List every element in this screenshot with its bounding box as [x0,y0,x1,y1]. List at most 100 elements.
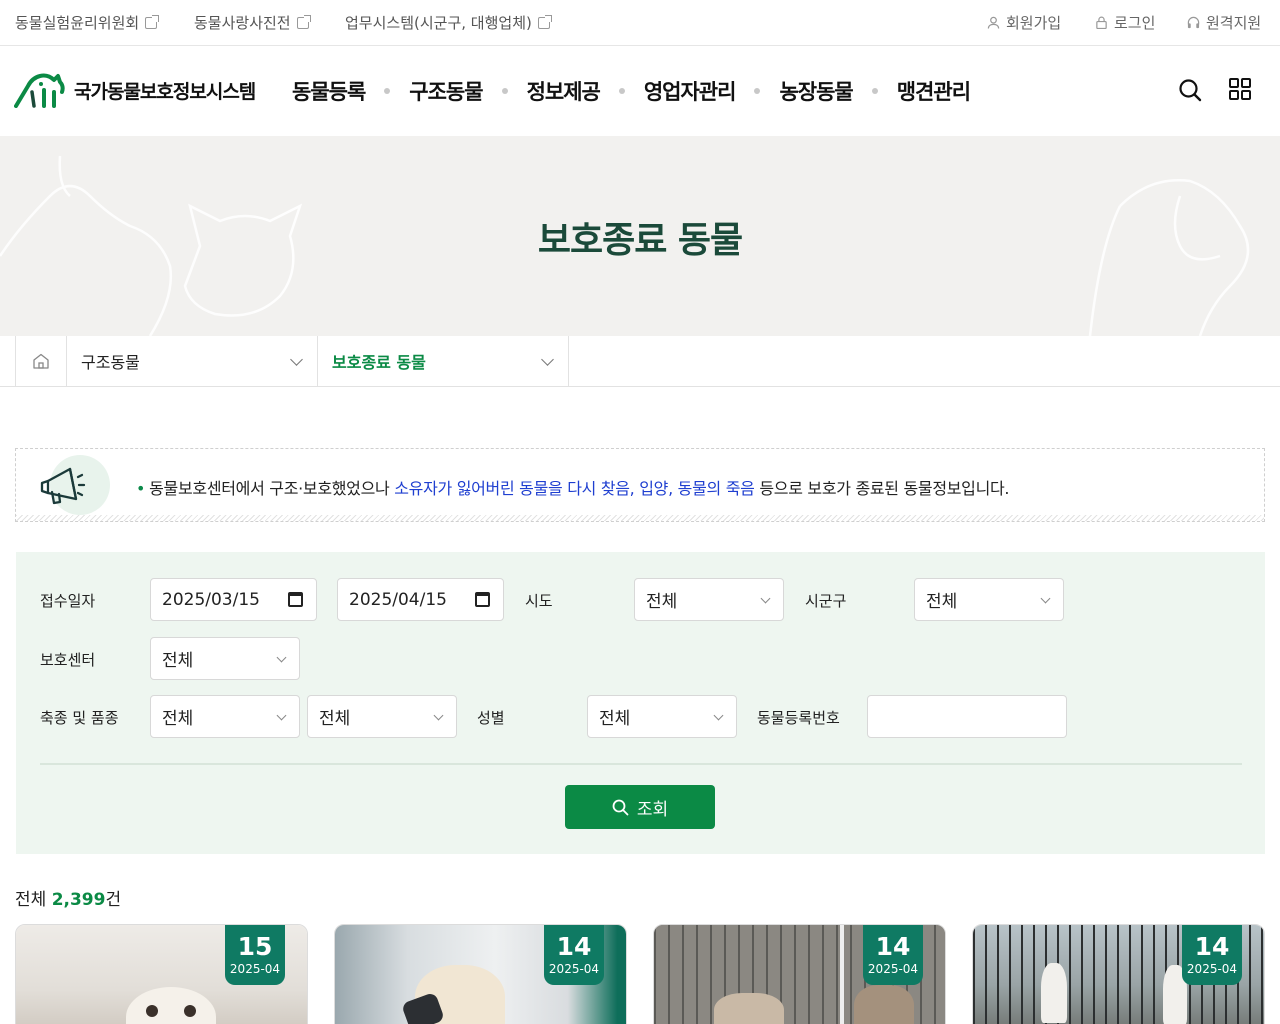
gnb-item-animal-registration[interactable]: 동물등록 [292,76,366,106]
chevron-down-icon [276,710,287,721]
registration-number-input[interactable] [867,695,1067,738]
animal-card[interactable]: 14 2025-04 [334,924,627,1024]
search-icon[interactable] [1178,78,1202,102]
species-value: 전체 [162,709,194,729]
notice-suffix: 등으로 보호가 종료된 동물정보입니다. [754,479,1010,498]
animal-card[interactable]: 14 2025-04 [653,924,946,1024]
lock-icon [1096,16,1107,29]
gnb-item-dangerous-dogs[interactable]: 맹견관리 [897,76,971,106]
signup-label: 회원가입 [1006,14,1062,32]
page-title: 보호종료 동물 [537,220,743,261]
megaphone-icon [40,455,110,515]
result-count-suffix: 건 [105,890,122,910]
shelter-select[interactable]: 전체 [150,637,300,680]
badge-year-month: 2025-04 [548,962,600,976]
page-banner: 보호종료 동물 [0,136,1280,336]
breadcrumb-dropdown-category[interactable]: 구조동물 [67,336,318,386]
shelter-value: 전체 [162,651,194,671]
animal-card[interactable]: 15 2025-04 [15,924,308,1024]
sex-value: 전체 [599,709,631,729]
user-icon [987,16,1000,29]
badge-day: 15 [237,932,273,961]
sigungu-select[interactable]: 전체 [914,578,1064,621]
breed-value: 전체 [319,709,351,729]
calendar-icon [288,592,303,607]
badge-day: 14 [875,932,911,961]
logo-mark-icon [14,73,65,108]
link-work-system[interactable]: 업무시스템(시군구, 대행업체) [345,12,552,33]
sex-select[interactable]: 전체 [587,695,737,738]
nav-separator [754,88,761,94]
shelter-label: 보호센터 [40,651,96,669]
badge-year-month: 2025-04 [229,962,281,976]
gnb-item-business-management[interactable]: 영업자관리 [644,76,737,106]
notice-text: • 동물보호센터에서 구조·보호했었으나 소유자가 잃어버린 동물을 다시 찾음,… [136,475,1010,499]
search-button[interactable]: 조회 [565,785,715,829]
main-navigation: 동물등록 구조동물 정보제공 영업자관리 농장동물 맹견관리 [292,76,971,106]
result-count: 전체 2,399건 [15,885,121,910]
remote-support-label: 원격지원 [1206,14,1262,32]
login-link[interactable]: 로그인 [1095,12,1155,33]
site-header: 국가동물보호정보시스템 동물등록 구조동물 정보제공 영업자관리 농장동물 맹견… [0,46,1280,136]
date-to-value: 2025/04/15 [349,589,447,610]
link-label: 업무시스템(시군구, 대행업체) [345,14,532,32]
registration-number-label: 동물등록번호 [757,709,840,727]
date-badge: 14 2025-04 [544,925,604,985]
notice-prefix: 동물보호센터에서 구조·보호했었으나 [149,479,395,498]
chevron-down-icon [713,710,724,721]
nav-separator [384,88,391,94]
gnb-item-rescued-animals[interactable]: 구조동물 [409,76,483,106]
badge-day: 14 [556,932,592,961]
nav-separator [618,88,625,94]
signup-link[interactable]: 회원가입 [987,12,1061,33]
external-link-icon [537,14,552,29]
divider [40,763,1242,765]
link-animal-ethics-committee[interactable]: 동물실험윤리위원회 [15,12,160,33]
receipt-date-label: 접수일자 [40,592,96,610]
top-utility-bar: 동물실험윤리위원회 동물사랑사진전 업무시스템(시군구, 대행업체) 회원가입 … [0,0,1280,46]
breadcrumb: 구조동물 보호종료 동물 [0,336,1280,387]
notice-highlight: 소유자가 잃어버린 동물을 다시 찾음, 입양, 동물의 죽음 [394,479,755,498]
badge-day: 14 [1194,932,1230,961]
chevron-down-icon [541,353,554,366]
bullet-icon: • [136,479,146,498]
chevron-down-icon [433,710,444,721]
search-icon [612,799,629,815]
result-count-prefix: 전체 [15,890,52,910]
external-link-icon [296,14,311,29]
chevron-down-icon [1040,593,1051,604]
date-from-input[interactable]: 2025/03/15 [150,578,317,621]
sido-label: 시도 [525,592,553,610]
date-badge: 14 2025-04 [1182,925,1242,985]
sido-value: 전체 [646,592,678,612]
date-badge: 14 2025-04 [863,925,923,985]
animal-card[interactable]: 14 2025-04 [972,924,1265,1024]
home-icon [33,353,49,369]
remote-support-link[interactable]: 원격지원 [1187,12,1261,33]
date-badge: 15 2025-04 [225,925,285,985]
breadcrumb-home[interactable] [15,336,67,386]
info-notice: • 동물보호센터에서 구조·보호했었으나 소유자가 잃어버린 동물을 다시 찾음,… [15,448,1265,522]
species-select[interactable]: 전체 [150,695,300,738]
sigungu-value: 전체 [926,592,958,612]
site-logo[interactable]: 국가동물보호정보시스템 [14,72,256,108]
link-animal-photo-contest[interactable]: 동물사랑사진전 [194,12,311,33]
logo-text: 국가동물보호정보시스템 [74,80,256,103]
sigungu-label: 시군구 [805,592,847,610]
breed-select[interactable]: 전체 [307,695,457,738]
sido-select[interactable]: 전체 [634,578,784,621]
breadcrumb-dropdown-page[interactable]: 보호종료 동물 [318,336,569,386]
external-link-icon [145,14,160,29]
date-to-input[interactable]: 2025/04/15 [337,578,504,621]
gnb-item-farm-animals[interactable]: 농장동물 [779,76,853,106]
all-menu-icon[interactable] [1229,78,1251,100]
result-count-number: 2,399 [51,890,106,910]
breadcrumb-page-label: 보호종료 동물 [332,353,426,372]
search-form: 접수일자 2025/03/15 ~ 2025/04/15 시도 전체 시군구 전… [16,552,1265,854]
gnb-item-information[interactable]: 정보제공 [527,76,601,106]
nav-separator [501,88,508,94]
badge-year-month: 2025-04 [867,962,919,976]
species-breed-label: 축종 및 품종 [40,709,119,727]
nav-separator [871,88,878,94]
chevron-down-icon [276,652,287,663]
